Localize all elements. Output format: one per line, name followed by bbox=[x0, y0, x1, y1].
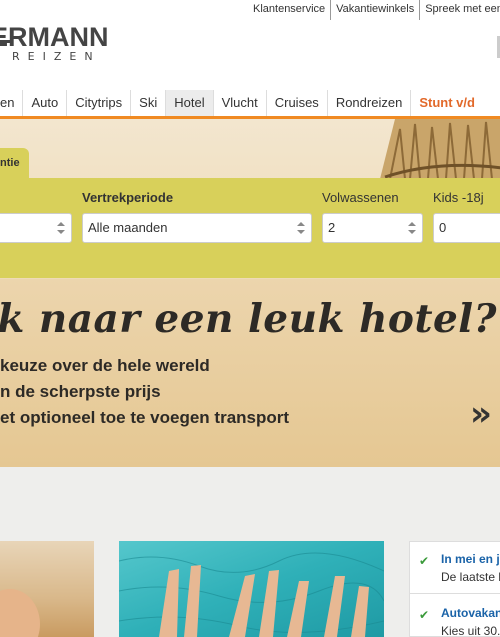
kids-select[interactable]: 0 bbox=[433, 213, 500, 243]
hero-next-arrow-icon[interactable]: » bbox=[470, 394, 492, 434]
link-klantenservice[interactable]: Klantenservice bbox=[248, 0, 332, 20]
nav-item-rondreizen[interactable]: Rondreizen bbox=[328, 90, 412, 116]
hero-bullet-2: n de scherpste prijs bbox=[0, 382, 161, 401]
promo-image-pool-legs[interactable] bbox=[119, 541, 384, 637]
nav-item-stunt[interactable]: Stunt v/d bbox=[411, 90, 483, 116]
usp-text-1: De laatste k bbox=[441, 570, 500, 584]
usp-title-1: In mei en ju bbox=[441, 552, 500, 566]
palm-umbrella-image bbox=[370, 119, 500, 180]
kids-label: Kids -18j bbox=[433, 190, 484, 205]
select-arrows-icon bbox=[57, 222, 65, 234]
nav-item-vakanties[interactable]: en bbox=[0, 90, 24, 116]
usp-divider bbox=[410, 593, 500, 594]
main-navigation: en Auto Citytrips Ski Hotel Vlucht Cruis… bbox=[0, 90, 500, 119]
usp-text-2: Kies uit 30. bbox=[441, 624, 500, 637]
tab-vakantie[interactable]: ntie bbox=[0, 148, 29, 178]
page: Klantenservice Vakantiewinkels Spreek me… bbox=[0, 0, 500, 637]
hero-title: ek naar een leuk hotel? bbox=[0, 296, 497, 342]
search-panel: Vertrekperiode Alle maanden Volwassenen … bbox=[0, 178, 500, 278]
link-spreek-met-een-vakspecialist[interactable]: Spreek met een vak bbox=[420, 0, 500, 20]
period-value: Alle maanden bbox=[88, 220, 168, 235]
hero-bullet-3: et optioneel toe te voegen transport bbox=[0, 408, 290, 427]
person-image bbox=[0, 589, 40, 637]
adults-select[interactable]: 2 bbox=[322, 213, 423, 243]
nav-item-vlucht[interactable]: Vlucht bbox=[214, 90, 267, 116]
nav-item-citytrips[interactable]: Citytrips bbox=[67, 90, 132, 116]
nav-item-cruises[interactable]: Cruises bbox=[267, 90, 328, 116]
nav-item-ski[interactable]: Ski bbox=[131, 90, 167, 116]
hero-bullet-1: keuze over de hele wereld bbox=[0, 356, 210, 375]
checkmark-icon: ✔ bbox=[419, 554, 430, 568]
logo-underline bbox=[0, 40, 10, 43]
brand-logo[interactable]: ERMANN REIZEN bbox=[0, 20, 109, 66]
nav-item-hotel[interactable]: Hotel bbox=[166, 90, 214, 116]
top-utility-links: Klantenservice Vakantiewinkels Spreek me… bbox=[248, 0, 500, 20]
usp-title-2: Autovakan bbox=[441, 606, 500, 620]
adults-value: 2 bbox=[328, 220, 336, 235]
period-label: Vertrekperiode bbox=[82, 190, 174, 205]
promo-image-woman[interactable] bbox=[0, 541, 94, 637]
logo-wordmark: ERMANN bbox=[0, 22, 109, 52]
checkmark-icon: ✔ bbox=[419, 608, 430, 622]
link-vakantiewinkels[interactable]: Vakantiewinkels bbox=[331, 0, 421, 20]
destination-select[interactable] bbox=[0, 213, 72, 243]
period-select[interactable]: Alle maanden bbox=[82, 213, 312, 243]
select-arrows-icon bbox=[297, 222, 305, 234]
usp-sidebar: ✔ In mei en ju De laatste k ✔ Autovakan … bbox=[409, 541, 500, 637]
nav-item-auto[interactable]: Auto bbox=[23, 90, 68, 116]
adults-label: Volwassenen bbox=[322, 190, 399, 205]
select-arrows-icon bbox=[408, 222, 416, 234]
logo-subline: REIZEN bbox=[12, 50, 101, 63]
kids-value: 0 bbox=[439, 220, 447, 235]
